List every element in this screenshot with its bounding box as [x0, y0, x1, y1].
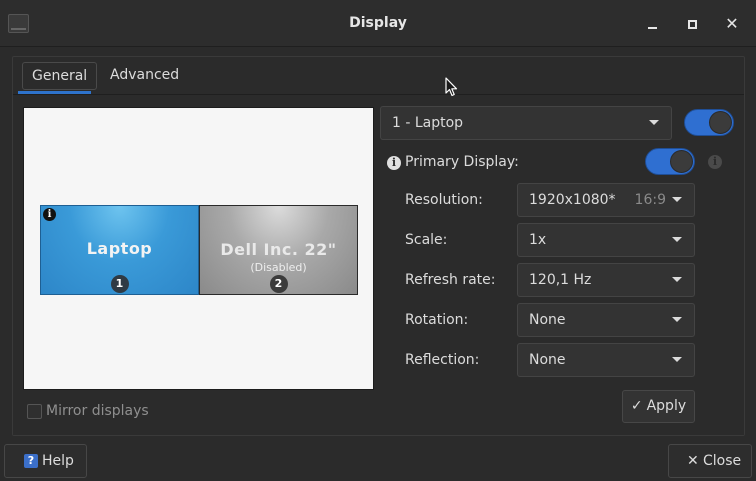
info-icon: i	[387, 156, 401, 170]
chevron-down-icon	[672, 197, 682, 202]
refresh-rate-select[interactable]: 120,1 Hz	[517, 263, 695, 297]
toggle-knob	[670, 150, 693, 173]
checkmark-icon: ✓	[630, 398, 643, 414]
reflection-value: None	[529, 352, 566, 368]
refresh-rate-value: 120,1 Hz	[529, 272, 592, 288]
chevron-down-icon	[672, 357, 682, 362]
scale-value: 1x	[529, 232, 547, 248]
chevron-down-icon	[649, 120, 659, 125]
minimize-icon	[647, 27, 657, 29]
monitor-name: Laptop	[86, 239, 153, 258]
mirror-displays-label: Mirror displays	[46, 403, 149, 419]
monitor-select-value: 1 - Laptop	[392, 115, 464, 131]
scale-select[interactable]: 1x	[517, 223, 695, 257]
reflection-label: Reflection:	[405, 352, 480, 368]
apply-button[interactable]: ✓ Apply	[622, 390, 695, 423]
active-tab-indicator	[18, 91, 91, 94]
toggle-knob	[709, 111, 732, 134]
close-label: Close	[703, 453, 742, 469]
monitor-dell[interactable]: Dell Inc. 22" (Disabled) 2	[199, 205, 358, 295]
reflection-select[interactable]: None	[517, 343, 695, 377]
mirror-displays-option[interactable]: Mirror displays	[27, 403, 149, 419]
resolution-value: 1920x1080*	[529, 192, 616, 208]
monitor-arrangement-canvas[interactable]: i Laptop 1 Dell Inc. 22" (Disabled) 2	[23, 107, 374, 390]
help-label: Help	[42, 453, 74, 469]
tab-advanced[interactable]: Advanced	[101, 62, 188, 90]
window-close-button[interactable]: ✕	[720, 12, 744, 36]
monitor-name: Dell Inc. 22"	[220, 240, 337, 259]
primary-display-label: Primary Display:	[405, 154, 519, 170]
primary-display-toggle[interactable]	[645, 148, 695, 175]
monitor-laptop[interactable]: i Laptop 1	[40, 205, 199, 295]
mirror-displays-checkbox[interactable]	[27, 403, 42, 419]
info-icon: i	[708, 155, 722, 169]
info-icon: i	[43, 208, 56, 221]
chevron-down-icon	[672, 277, 682, 282]
monitor-status: (Disabled)	[250, 261, 307, 274]
monitor-number-badge: 2	[269, 275, 288, 293]
aspect-ratio-hint: 16:9	[634, 192, 666, 208]
monitor-enabled-toggle[interactable]	[684, 109, 734, 136]
maximize-icon	[687, 19, 697, 29]
refresh-rate-label: Refresh rate:	[405, 272, 496, 288]
maximize-button[interactable]	[680, 12, 704, 36]
monitor-select[interactable]: 1 - Laptop	[380, 106, 672, 140]
resolution-label: Resolution:	[405, 192, 483, 208]
chevron-down-icon	[672, 317, 682, 322]
monitor-number-badge: 1	[110, 275, 129, 293]
help-button[interactable]: ? Help	[4, 444, 87, 478]
apply-label: Apply	[646, 398, 687, 414]
title-bar: Display ✕	[0, 0, 756, 47]
resolution-select[interactable]: 1920x1080* 16:9	[517, 183, 695, 217]
rotation-label: Rotation:	[405, 312, 469, 328]
minimize-button[interactable]	[640, 12, 664, 36]
rotation-value: None	[529, 312, 566, 328]
help-icon: ?	[24, 454, 38, 468]
tab-general[interactable]: General	[22, 62, 98, 90]
rotation-select[interactable]: None	[517, 303, 695, 337]
chevron-down-icon	[672, 237, 682, 242]
scale-label: Scale:	[405, 232, 448, 248]
close-icon: ✕	[725, 14, 739, 33]
close-icon: ✕	[687, 453, 699, 469]
close-button[interactable]: ✕ Close	[668, 444, 752, 478]
